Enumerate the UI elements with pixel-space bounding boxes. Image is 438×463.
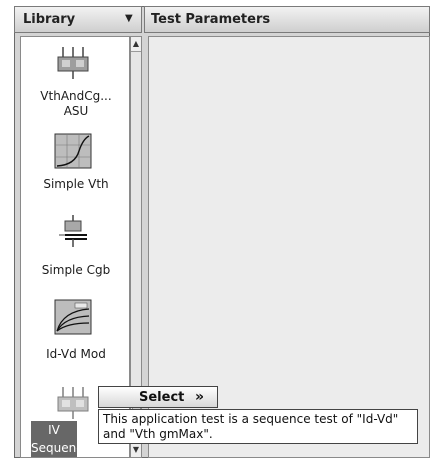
double-chevron-right-icon: » — [195, 389, 205, 405]
circuit-icon[interactable] — [53, 385, 93, 421]
library-title: Library — [23, 12, 76, 27]
library-item-label: IV Sequence — [31, 423, 91, 455]
dropdown-arrow-icon[interactable]: ▼ — [125, 13, 133, 24]
library-item-simple-vth[interactable]: Simple Vth — [21, 177, 131, 192]
library-item-simple-cgb[interactable]: Simple Cgb — [21, 263, 131, 278]
select-button[interactable]: Select » — [98, 386, 218, 408]
capacitor-icon[interactable] — [53, 213, 93, 249]
scroll-down-icon[interactable]: ▼ — [131, 442, 141, 457]
library-item-iv-sequence[interactable]: IV Sequence — [31, 421, 90, 457]
tooltip-text: This application test is a sequence test… — [103, 412, 399, 441]
test-parameters-title: Test Parameters — [151, 12, 271, 27]
app-window: Library ▼ Test Parameters VthAndCg... AS… — [0, 0, 438, 463]
scroll-up-icon[interactable]: ▲ — [131, 37, 141, 52]
select-button-label: Select — [139, 390, 185, 405]
plot-curve-icon[interactable] — [53, 133, 93, 169]
library-item-label: Id-Vd Mod — [46, 347, 106, 361]
library-item-label: Simple Vth — [43, 177, 109, 191]
library-item-vthandcg[interactable]: VthAndCg... ASU — [21, 89, 131, 119]
library-header[interactable]: Library ▼ — [14, 6, 142, 33]
plot-family-icon[interactable] — [53, 299, 93, 335]
description-tooltip: This application test is a sequence test… — [98, 409, 418, 444]
library-item-label: Simple Cgb — [41, 263, 111, 277]
circuit-icon[interactable] — [53, 45, 93, 81]
library-item-id-vd-mod[interactable]: Id-Vd Mod — [21, 347, 131, 362]
test-parameters-header: Test Parameters — [144, 6, 430, 33]
library-item-label: VthAndCg... ASU — [40, 89, 112, 118]
